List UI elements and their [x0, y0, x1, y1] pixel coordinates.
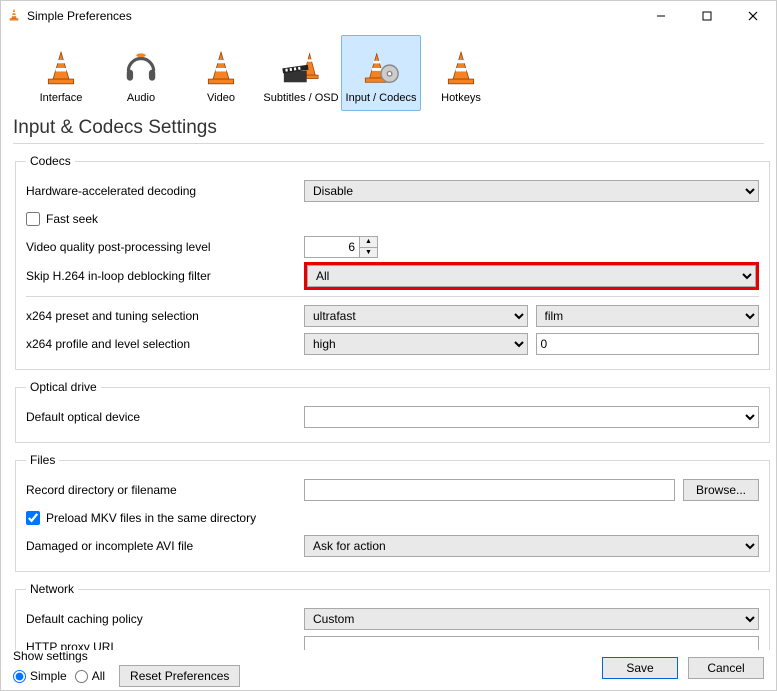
- group-optical-legend: Optical drive: [26, 380, 101, 394]
- show-simple-radio[interactable]: Simple: [13, 669, 67, 683]
- tab-subtitles[interactable]: Subtitles / OSD: [261, 35, 341, 111]
- footer: Show settings Simple All Reset Preferenc…: [1, 650, 776, 690]
- x264-tune-select[interactable]: film: [536, 305, 760, 327]
- skip-filter-highlight: All: [304, 262, 759, 290]
- close-button[interactable]: [730, 1, 776, 31]
- tab-input-codecs[interactable]: Input / Codecs: [341, 35, 421, 111]
- maximize-button[interactable]: [684, 1, 730, 31]
- reset-preferences-button[interactable]: Reset Preferences: [119, 665, 240, 687]
- x264-preset-select[interactable]: ultrafast: [304, 305, 528, 327]
- group-files: Files Record directory or filename Brows…: [15, 453, 770, 572]
- group-optical: Optical drive Default optical device: [15, 380, 770, 443]
- record-dir-input[interactable]: [304, 479, 675, 501]
- cone-icon: [441, 48, 481, 88]
- fast-seek-input[interactable]: [26, 212, 40, 226]
- fast-seek-checkbox[interactable]: Fast seek: [26, 212, 98, 226]
- preload-mkv-input[interactable]: [26, 511, 40, 525]
- proxy-label: HTTP proxy URL: [26, 640, 296, 650]
- proxy-input[interactable]: [304, 636, 759, 650]
- preferences-window: Simple Preferences Interface Audio Video…: [0, 0, 777, 691]
- group-network: Network Default caching policy Custom HT…: [15, 582, 770, 650]
- vq-value[interactable]: [305, 237, 359, 257]
- cache-policy-label: Default caching policy: [26, 612, 296, 626]
- group-files-legend: Files: [26, 453, 59, 467]
- vlc-cone-icon: [7, 8, 21, 25]
- optical-device-label: Default optical device: [26, 410, 296, 424]
- titlebar: Simple Preferences: [1, 1, 776, 31]
- category-toolbar: Interface Audio Video Subtitles / OSD In…: [1, 31, 776, 111]
- save-button[interactable]: Save: [602, 657, 678, 679]
- preload-mkv-checkbox[interactable]: Preload MKV files in the same directory: [26, 511, 256, 525]
- x264-profile-select[interactable]: high: [304, 333, 528, 355]
- skip-filter-label: Skip H.264 in-loop deblocking filter: [26, 269, 296, 283]
- skip-filter-select[interactable]: All: [307, 265, 756, 287]
- x264-preset-label: x264 preset and tuning selection: [26, 309, 296, 323]
- group-codecs-legend: Codecs: [26, 154, 75, 168]
- window-title: Simple Preferences: [27, 9, 132, 23]
- optical-device-select[interactable]: [304, 406, 759, 428]
- cancel-button[interactable]: Cancel: [688, 657, 764, 679]
- tab-interface[interactable]: Interface: [21, 35, 101, 111]
- tab-hotkeys[interactable]: Hotkeys: [421, 35, 501, 111]
- tab-video[interactable]: Video: [181, 35, 261, 111]
- tab-audio[interactable]: Audio: [101, 35, 181, 111]
- show-all-radio[interactable]: All: [75, 669, 105, 683]
- damaged-avi-label: Damaged or incomplete AVI file: [26, 539, 296, 553]
- page-title: Input & Codecs Settings: [13, 117, 764, 139]
- browse-button[interactable]: Browse...: [683, 479, 759, 501]
- vq-label: Video quality post-processing level: [26, 240, 296, 254]
- x264-level-input[interactable]: [536, 333, 760, 355]
- show-settings-label: Show settings: [13, 649, 240, 663]
- group-codecs: Codecs Hardware-accelerated decoding Dis…: [15, 154, 770, 370]
- x264-profile-label: x264 profile and level selection: [26, 337, 296, 351]
- group-network-legend: Network: [26, 582, 78, 596]
- record-dir-label: Record directory or filename: [26, 483, 296, 497]
- cache-policy-select[interactable]: Custom: [304, 608, 759, 630]
- headphones-icon: [121, 48, 161, 88]
- spin-up-icon[interactable]: ▲: [360, 237, 377, 248]
- spin-down-icon[interactable]: ▼: [360, 248, 377, 258]
- cone-cd-icon: [361, 48, 401, 88]
- cone-icon: [201, 48, 241, 88]
- divider: [26, 296, 759, 297]
- minimize-button[interactable]: [638, 1, 684, 31]
- hw-decode-select[interactable]: Disable: [304, 180, 759, 202]
- vq-spinbox[interactable]: ▲▼: [304, 236, 378, 258]
- cone-icon: [41, 48, 81, 88]
- clapper-cone-icon: [281, 48, 321, 88]
- settings-scroll-area[interactable]: Codecs Hardware-accelerated decoding Dis…: [1, 144, 776, 650]
- hw-decode-label: Hardware-accelerated decoding: [26, 184, 296, 198]
- damaged-avi-select[interactable]: Ask for action: [304, 535, 759, 557]
